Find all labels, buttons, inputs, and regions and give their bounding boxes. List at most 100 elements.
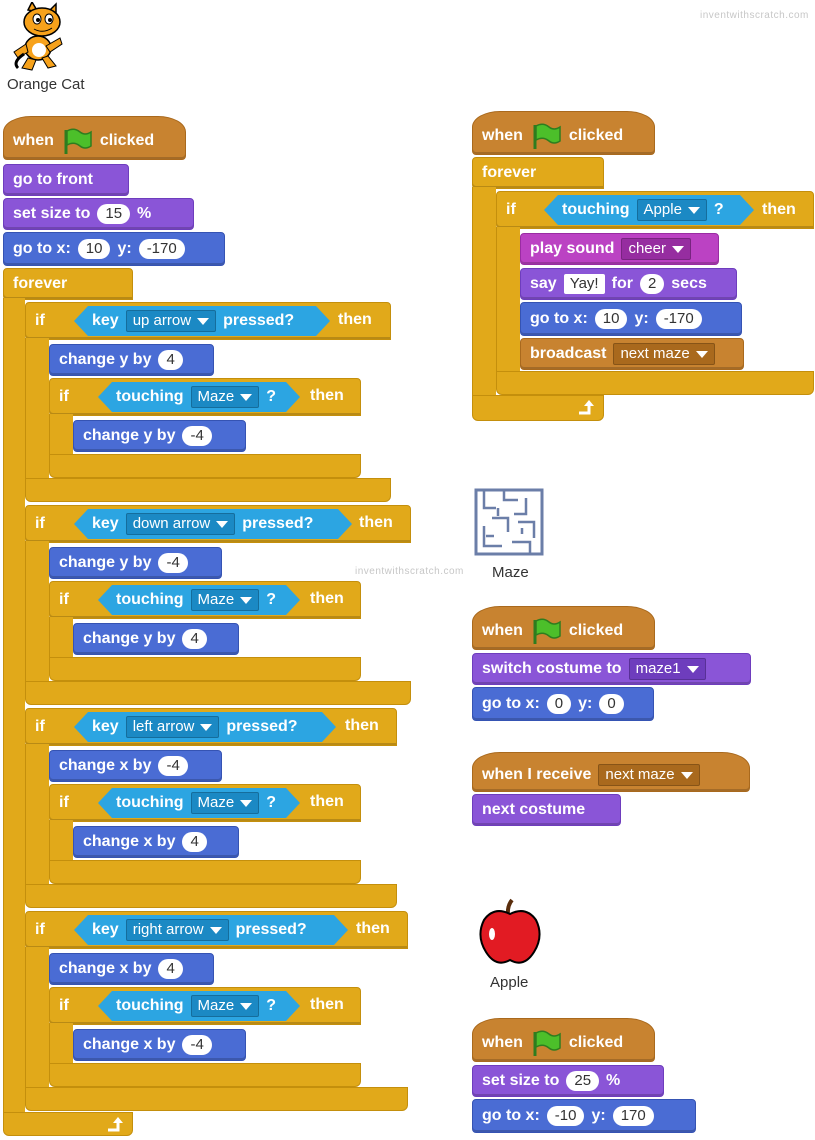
forever-block[interactable]: forever: [3, 268, 133, 300]
touching-dropdown[interactable]: Maze: [191, 792, 260, 814]
touching-dropdown[interactable]: Maze: [191, 995, 260, 1017]
go-to-xy-block[interactable]: go to x: 10 y: -170: [520, 302, 742, 336]
watermark: inventwithscratch.com: [700, 10, 809, 21]
when-flag-clicked-block[interactable]: when clicked: [472, 111, 655, 155]
set-size-block[interactable]: set size to 15 %: [3, 198, 194, 230]
change-x-block[interactable]: change x by 4: [49, 953, 214, 985]
block-text: change y by: [59, 554, 152, 571]
switch-costume-block[interactable]: switch costume to maze1: [472, 653, 751, 685]
x-input[interactable]: 0: [546, 694, 572, 714]
change-y-block[interactable]: change y by 4: [73, 623, 239, 655]
then-label: then: [310, 793, 344, 810]
forever-arm: [3, 298, 25, 1114]
y-input[interactable]: 0: [599, 694, 624, 714]
costume-dropdown[interactable]: maze1: [628, 658, 706, 680]
loop-arrow-icon: [108, 1117, 123, 1132]
key-pressed-sensor[interactable]: key up arrow pressed?: [74, 306, 330, 336]
change-input[interactable]: -4: [158, 756, 188, 776]
go-to-front-block[interactable]: go to front: [3, 164, 129, 196]
green-flag-icon: [533, 1030, 561, 1056]
size-input[interactable]: 15: [97, 204, 131, 224]
then-label: then: [310, 590, 344, 607]
change-input[interactable]: -4: [158, 553, 188, 573]
orange-cat-icon[interactable]: [8, 0, 70, 72]
key-dropdown[interactable]: up arrow: [126, 310, 216, 332]
sound-dropdown[interactable]: cheer: [621, 238, 691, 260]
touching-sensor[interactable]: touching Maze ?: [98, 991, 300, 1021]
size-input[interactable]: 25: [566, 1071, 600, 1091]
touching-sensor[interactable]: touching Maze ?: [98, 382, 300, 412]
block-text: go to x:: [530, 310, 588, 327]
block-text: ?: [266, 388, 277, 405]
block-text: y:: [591, 1107, 606, 1124]
go-to-xy-block[interactable]: go to x: 10 y: -170: [3, 232, 225, 266]
if-arm: [25, 338, 49, 480]
y-input[interactable]: 170: [612, 1106, 654, 1126]
change-y-block[interactable]: change y by -4: [73, 420, 246, 452]
message-dropdown[interactable]: next maze: [613, 343, 715, 365]
key-pressed-sensor[interactable]: key right arrow pressed?: [74, 915, 348, 945]
y-input[interactable]: -170: [138, 239, 185, 259]
block-text: forever: [13, 275, 68, 292]
touching-dropdown[interactable]: Maze: [191, 386, 260, 408]
secs-input[interactable]: 2: [639, 274, 665, 294]
broadcast-block[interactable]: broadcast next maze: [520, 338, 744, 370]
when-flag-clicked-block[interactable]: when clicked: [3, 116, 186, 160]
change-x-block[interactable]: change x by 4: [73, 826, 239, 858]
touching-dropdown[interactable]: Maze: [191, 589, 260, 611]
touching-sensor[interactable]: touching Maze ?: [98, 585, 300, 615]
block-text: clicked: [568, 622, 624, 639]
key-dropdown[interactable]: down arrow: [126, 513, 236, 535]
say-text-input[interactable]: Yay!: [563, 274, 605, 294]
touching-sensor[interactable]: touching Maze ?: [98, 788, 300, 818]
watermark: inventwithscratch.com: [355, 566, 464, 577]
block-text: ?: [266, 591, 277, 608]
change-x-block[interactable]: change x by -4: [49, 750, 222, 782]
change-input[interactable]: 4: [182, 832, 207, 852]
block-text: y:: [117, 240, 132, 257]
then-label: then: [338, 311, 372, 328]
key-pressed-sensor[interactable]: key down arrow pressed?: [74, 509, 352, 539]
go-to-xy-block[interactable]: go to x: -10 y: 170: [472, 1099, 696, 1133]
play-sound-block[interactable]: play sound cheer: [520, 233, 719, 265]
block-text: if: [59, 794, 69, 811]
change-input[interactable]: -4: [182, 1035, 212, 1055]
change-x-block[interactable]: change x by -4: [73, 1029, 246, 1061]
block-text: clicked: [568, 1034, 624, 1051]
green-flag-icon: [533, 618, 561, 644]
key-dropdown[interactable]: left arrow: [126, 716, 220, 738]
touching-dropdown[interactable]: Apple: [637, 199, 707, 221]
change-y-block[interactable]: change y by 4: [49, 344, 214, 376]
block-text: switch costume to: [482, 660, 622, 677]
key-dropdown[interactable]: right arrow: [126, 919, 229, 941]
change-input[interactable]: 4: [158, 959, 183, 979]
say-for-secs-block[interactable]: say Yay! for 2 secs: [520, 268, 737, 300]
change-input[interactable]: 4: [158, 350, 183, 370]
touching-sensor[interactable]: touching Apple ?: [544, 195, 754, 225]
go-to-xy-block[interactable]: go to x: 0 y: 0: [472, 687, 654, 721]
next-costume-block[interactable]: next costume: [472, 794, 621, 826]
block-text: change x by: [59, 757, 152, 774]
block-text: when: [482, 1034, 523, 1051]
block-text: for: [611, 275, 633, 292]
change-y-block[interactable]: change y by -4: [49, 547, 222, 579]
change-input[interactable]: -4: [182, 426, 212, 446]
forever-block[interactable]: forever: [472, 157, 604, 189]
x-input[interactable]: 10: [77, 239, 111, 259]
when-flag-clicked-block[interactable]: when clicked: [472, 1018, 655, 1062]
block-text: change x by: [83, 1036, 176, 1053]
x-input[interactable]: 10: [594, 309, 628, 329]
when-i-receive-block[interactable]: when I receive next maze: [472, 752, 750, 792]
y-input[interactable]: -170: [655, 309, 702, 329]
apple-icon[interactable]: [474, 898, 546, 970]
block-text: when: [482, 127, 523, 144]
maze-icon[interactable]: [474, 488, 544, 556]
set-size-block[interactable]: set size to 25 %: [472, 1065, 664, 1097]
if-arm: [496, 227, 520, 373]
key-pressed-sensor[interactable]: key left arrow pressed?: [74, 712, 336, 742]
if-arm: [25, 541, 49, 683]
change-input[interactable]: 4: [182, 629, 207, 649]
when-flag-clicked-block[interactable]: when clicked: [472, 606, 655, 650]
x-input[interactable]: -10: [546, 1106, 585, 1126]
message-dropdown[interactable]: next maze: [598, 764, 700, 786]
